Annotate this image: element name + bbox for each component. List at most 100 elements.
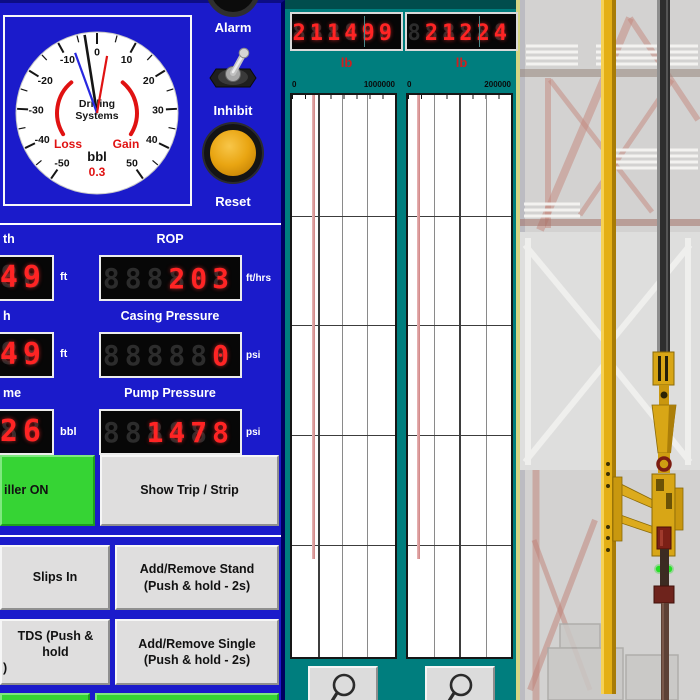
chart-gridline [408, 435, 511, 436]
led-value: 49 [0, 337, 46, 372]
led-value: 211499 [292, 21, 396, 46]
chart-recorder-panel: 888888 211499 888888 21224 lb lb 0 10000… [285, 0, 520, 700]
hookload-display: 888888 211499 [290, 12, 403, 51]
alarm-label: Alarm [214, 20, 252, 35]
chart-gridline [485, 95, 487, 657]
magnifier-icon [330, 673, 356, 700]
pump-pressure-label: Pump Pressure [124, 386, 216, 400]
depth-unit: ft [60, 271, 68, 283]
casing-pressure-label: Casing Pressure [120, 309, 220, 323]
weight-unit: lb [455, 55, 468, 70]
gauge-value: 0.3 [89, 165, 106, 179]
chart1-axis-min: 0 [292, 80, 297, 89]
loss-gain-gauge-box: -50 -40 -30 -20 -10 0 10 20 30 40 50 Drilling Syst… [3, 15, 192, 206]
chart-gridline [458, 95, 461, 657]
svg-text:-20: -20 [38, 75, 53, 87]
chart1-zoom-button[interactable] [308, 666, 378, 700]
bottom-left-green-button-partial[interactable] [0, 693, 90, 700]
led-value: 49 [0, 260, 46, 295]
alarm-toggle-switch[interactable] [204, 47, 262, 97]
inhibit-button[interactable] [204, 124, 262, 182]
svg-text:50: 50 [126, 157, 138, 169]
chart-gridline [292, 435, 395, 436]
toggle-knob [238, 47, 250, 59]
casing-pressure-unit: psi [246, 350, 261, 361]
inhibit-label: Inhibit [213, 103, 253, 118]
chart-top-ticks [292, 95, 395, 99]
chart2-zoom-button[interactable] [425, 666, 495, 700]
rop-display: 888888 203 [99, 255, 242, 301]
chart-gridline [408, 544, 511, 546]
svg-text:40: 40 [146, 134, 158, 146]
hookload-unit: lb [340, 55, 353, 70]
rig-3d-viewport[interactable] [520, 0, 700, 700]
display-divider [478, 16, 480, 47]
hole-depth-label-partial: h [3, 309, 11, 323]
svg-text:20: 20 [143, 75, 155, 87]
led-value: 0 [212, 339, 234, 372]
led-value: 203 [168, 262, 234, 295]
add-remove-stand-button[interactable]: Add/Remove Stand (Push & hold - 2s) [115, 545, 279, 610]
driller-control-panel: -50 -40 -30 -20 -10 0 10 20 30 40 50 Drilling Syst… [0, 0, 285, 700]
drilling-sim-window: -50 -40 -30 -20 -10 0 10 20 30 40 50 Drilling Syst… [0, 0, 700, 700]
rig-scene [520, 0, 700, 700]
loss-gain-gauge: -50-40-30-20-1001020304050 Drilling Syst… [15, 31, 179, 195]
svg-text:-40: -40 [35, 134, 50, 146]
hookload-strip-chart [290, 93, 397, 659]
tds-button-line2: ) [3, 661, 8, 676]
volume-display: 888888 26 [0, 409, 54, 455]
svg-text:-10: -10 [60, 54, 75, 66]
tds-button-partial[interactable]: TDS (Push & hold ) [0, 619, 110, 685]
separator-line [0, 535, 281, 537]
led-value: 26 [0, 414, 46, 449]
chart-gridline [292, 544, 395, 546]
tds-button-line1: TDS (Push & hold [17, 628, 94, 659]
led-value: 1478 [146, 416, 234, 449]
weight-strip-chart [406, 93, 513, 659]
weight-display: 888888 21224 [405, 12, 518, 51]
depth-display: 888888 49 [0, 255, 54, 301]
show-trip-strip-button[interactable]: Show Trip / Strip [100, 455, 279, 526]
reset-label: Reset [215, 194, 251, 209]
loss-label: Loss [54, 137, 82, 151]
weight-trace [417, 95, 421, 559]
chart-gridline [433, 95, 435, 657]
separator-line [0, 223, 281, 225]
chart-gridline [292, 215, 395, 217]
hookload-trace [312, 95, 316, 559]
display-divider [363, 16, 365, 47]
bottom-right-green-button-partial[interactable] [95, 693, 279, 700]
chart-gridline [292, 325, 395, 327]
panel-top-edge [285, 0, 520, 9]
chart-gridline [317, 95, 320, 657]
depth-label-partial: th [3, 232, 15, 246]
svg-text:10: 10 [121, 54, 133, 66]
slips-in-button[interactable]: Slips In [0, 545, 110, 610]
svg-text:-50: -50 [54, 157, 69, 169]
volume-label-partial: me [3, 386, 22, 400]
chart-gridline [408, 325, 511, 327]
rop-label: ROP [156, 232, 184, 246]
add-remove-single-button[interactable]: Add/Remove Single (Push & hold - 2s) [115, 619, 279, 685]
svg-text:-30: -30 [28, 104, 43, 116]
hole-depth-unit: ft [60, 348, 68, 360]
casing-pressure-display: 888888 0 [99, 332, 242, 378]
svg-text:0: 0 [94, 47, 100, 59]
pump-pressure-display: 888888 1478 [99, 409, 242, 455]
volume-unit: bbl [60, 426, 77, 438]
magnifier-icon [447, 673, 473, 700]
rop-unit: ft/hrs [246, 273, 271, 284]
chart-gridline [341, 95, 343, 657]
hole-depth-display: 888888 49 [0, 332, 54, 378]
pump-pressure-unit: psi [246, 427, 261, 438]
chart2-axis-max: 200000 [484, 80, 511, 89]
svg-text:30: 30 [152, 104, 164, 116]
chart2-axis-min: 0 [407, 80, 412, 89]
gain-label: Gain [113, 137, 140, 151]
yellow-guide-pole [601, 0, 616, 694]
gauge-unit-label: bbl [87, 149, 107, 164]
chart1-axis-max: 1000000 [363, 80, 395, 89]
mute-button-partial[interactable] [206, 0, 260, 17]
driller-on-button[interactable]: iller ON [0, 455, 95, 526]
chart-gridline [408, 215, 511, 217]
